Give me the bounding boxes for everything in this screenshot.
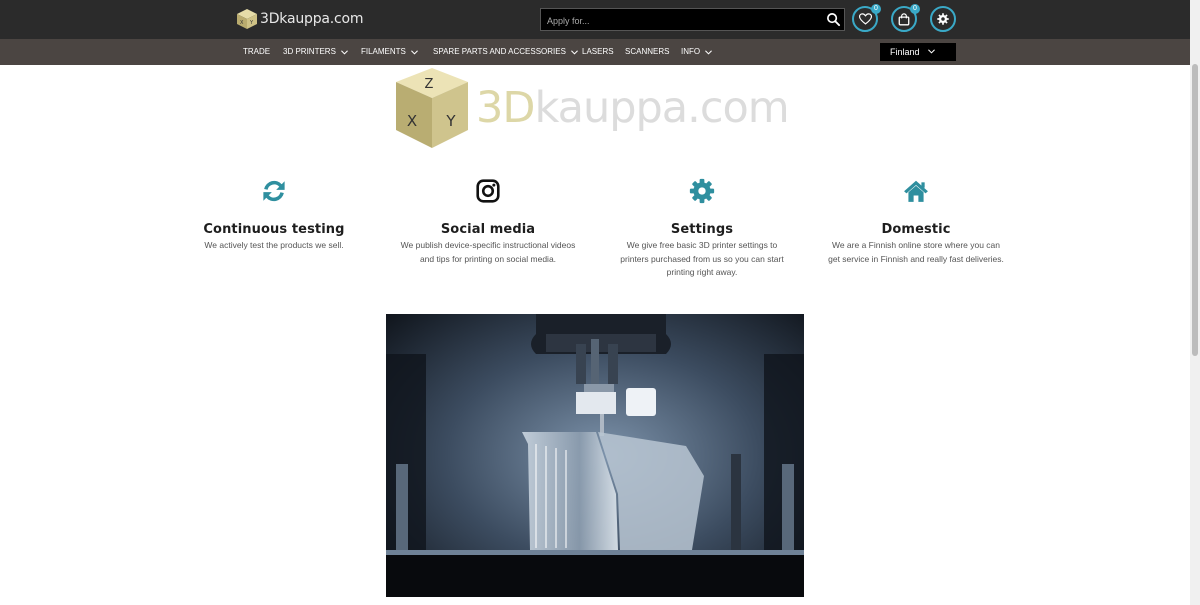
nav-item-label: LASERS [582,47,614,56]
gear-icon [937,13,949,25]
top-bar: X Y 3Dkauppa.com 0 0 [0,0,1190,39]
sync-icon [263,180,285,202]
feature-description: We give free basic 3D printer settings t… [602,239,802,280]
feature-continuous-testing: Continuous testing We actively test the … [184,178,364,253]
feature-title: Domestic [881,222,951,237]
hero-brand-rest: kauppa.com [534,83,788,133]
wishlist-count-badge: 0 [871,4,881,14]
hero-logo: Z X Y 3Dkauppa.com [396,68,790,148]
nav-item-label: INFO [681,47,701,56]
feature-desc-line: We give free basic 3D printer settings t… [626,240,778,250]
3d-printer-illustration [386,314,804,597]
feature-domestic: Domestic We are a Finnish online store w… [811,178,1021,266]
search-icon[interactable] [826,12,841,27]
feature-title: Settings [670,222,734,237]
search-box [540,8,845,32]
feature-description: We are a Finnish online store where you … [811,239,1021,266]
chevron-down-icon [705,49,713,55]
nav-item-label: 3D PRINTERS [283,47,336,56]
svg-text:X: X [240,20,244,26]
scrollbar-thumb[interactable] [1192,64,1198,356]
nav-item-spare-parts[interactable]: SPARE PARTS AND ACCESSORIES [433,39,578,65]
wishlist-button[interactable]: 0 [852,4,881,32]
nav-item-lasers[interactable]: LASERS [582,39,614,65]
feature-desc-line: We are a Finnish online store where you … [831,240,1001,250]
feature-desc-line: We publish device-specific instructional… [400,240,576,250]
chevron-down-icon [928,49,935,54]
chevron-down-icon [571,49,578,55]
site-logo[interactable]: X Y 3Dkauppa.com [236,7,364,31]
feature-desc-line: printers purchased from us so you can st… [620,253,784,264]
logo-text: 3Dkauppa.com [260,11,364,27]
feature-desc-line: printing right away. [666,267,738,277]
chevron-down-icon [340,49,348,55]
nav-item-filaments[interactable]: FILAMENTS [361,39,418,65]
feature-social-media: Social media We publish device-specific … [383,178,593,266]
feature-desc-line: and tips for printing on social media. [419,253,557,264]
hero-brand-3d: 3D [476,83,534,133]
shopping-bag-icon [898,12,910,25]
page-scrollbar[interactable] [1190,0,1200,605]
nav-item-scanners[interactable]: SCANNERS [625,39,669,65]
nav-item-info[interactable]: INFO [681,39,713,65]
gear-icon [689,178,715,204]
cart-count-badge: 0 [910,4,920,14]
settings-button[interactable] [930,6,956,32]
main-navigation: TRADE 3D PRINTERS FILAMENTS SPARE PARTS … [0,39,1190,65]
country-select-value: Finland [890,47,920,57]
cube-letter-y: Y [445,112,456,130]
logo-cube-icon: X Y [237,9,257,29]
hero-brand-text: 3Dkauppa.com [476,83,789,133]
nav-item-3d-printers[interactable]: 3D PRINTERS [283,39,348,65]
3d-printer-photo [386,314,804,597]
feature-title: Social media [440,222,536,237]
nav-item-label: SCANNERS [625,47,670,56]
heart-icon [858,13,872,25]
nav-item-trade[interactable]: TRADE [243,39,270,65]
nav-item-label: SPARE PARTS AND ACCESSORIES [433,47,566,56]
instagram-icon [476,179,500,203]
feature-desc-line: We actively test the products we sell. [204,240,344,250]
feature-settings: Settings We give free basic 3D printer s… [602,178,802,280]
cart-button[interactable]: 0 [891,4,920,32]
feature-description: We actively test the products we sell. [184,239,364,253]
search-input[interactable] [541,9,829,32]
chevron-down-icon [410,49,418,55]
feature-description: We publish device-specific instructional… [383,239,593,266]
cube-letter-x: X [407,112,417,130]
feature-title: Continuous testing [203,222,345,237]
hero-cube-icon: Z X Y [396,68,468,148]
nav-item-label: TRADE [243,47,271,56]
nav-item-label: FILAMENTS [361,47,406,56]
home-icon [904,180,928,202]
country-select[interactable]: Finland [880,43,956,61]
cube-letter-z: Z [425,77,434,92]
feature-desc-line: get service in Finnish and really fast d… [828,253,1004,264]
